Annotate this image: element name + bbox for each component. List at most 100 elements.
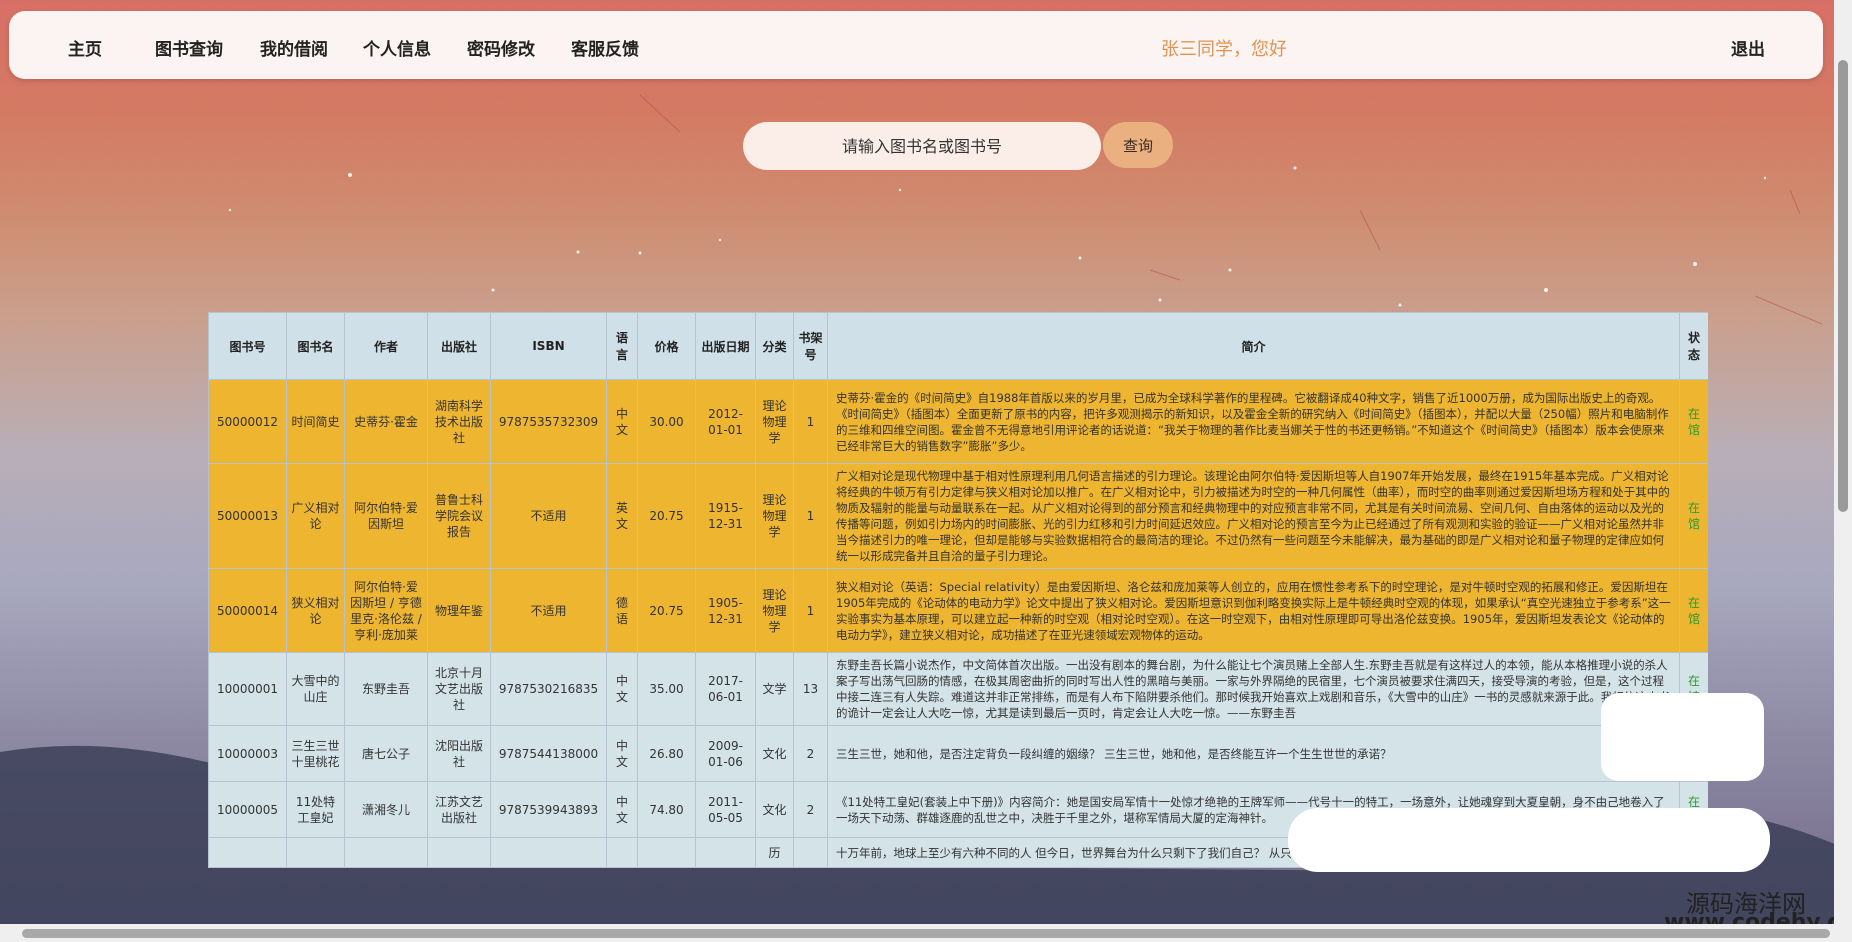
cell-category: 文学 bbox=[755, 652, 794, 726]
logout-link[interactable]: 退出 bbox=[1731, 35, 1765, 60]
table-row[interactable]: 10000001 大雪中的山庄 东野圭吾 北京十月文艺出版社 9787530216835… bbox=[208, 652, 1708, 726]
column-header: 分类 bbox=[755, 312, 794, 380]
cell-publisher: 湖南科学技术出版社 bbox=[427, 379, 491, 464]
cell-intro: 三生三世，她和他，是否注定背负一段纠缠的姻缘？ 三生三世，她和他，是否终能互许一… bbox=[827, 725, 1680, 782]
top-navbar: 主页 图书查询 我的借阅 个人信息 密码修改 客服反馈 张三同学，您好 退出 bbox=[9, 11, 1823, 79]
cell-shelf: 13 bbox=[793, 652, 828, 726]
column-header: 作者 bbox=[344, 312, 428, 380]
column-header: 书架号 bbox=[793, 312, 828, 380]
cell-name: 广义相对论 bbox=[286, 463, 345, 569]
column-header: 语言 bbox=[606, 312, 638, 380]
redaction-overlay bbox=[1601, 693, 1764, 781]
cell-name: 三生三世 十里桃花 bbox=[286, 725, 345, 782]
cell-date: 1905-12-31 bbox=[695, 568, 756, 653]
table-row[interactable]: 50000013 广义相对论 阿尔伯特·爱因斯坦 普鲁士科学院会议报告 不适用 英文 20.… bbox=[208, 463, 1708, 569]
cell-shelf: 1 bbox=[793, 568, 828, 653]
cell-id: 50000013 bbox=[208, 463, 287, 569]
nav-profile[interactable]: 个人信息 bbox=[363, 35, 431, 60]
nav-change-password[interactable]: 密码修改 bbox=[467, 35, 535, 60]
cell-intro: 东野圭吾长篇小说杰作，中文简体首次出版。一出没有剧本的舞台剧，为什么能让七个演员… bbox=[827, 652, 1680, 726]
cell-isbn: 9787544138000 bbox=[490, 725, 607, 782]
cell-status: 在馆 bbox=[1679, 379, 1708, 464]
cell-name: 狭义相对论 bbox=[286, 568, 345, 653]
cell-isbn: 不适用 bbox=[490, 463, 607, 569]
cell-price: 26.80 bbox=[637, 725, 696, 782]
table-row[interactable]: 10000003 三生三世 十里桃花 唐七公子 沈阳出版社 9787544138000 中… bbox=[208, 725, 1708, 782]
cell-status: 在馆 bbox=[1679, 568, 1708, 653]
cell-id: 10000005 bbox=[208, 781, 287, 838]
cell-publisher: 沈阳出版社 bbox=[427, 725, 491, 782]
cell-publisher: 普鲁士科学院会议报告 bbox=[427, 463, 491, 569]
cell-lang: 中文 bbox=[606, 379, 638, 464]
cell-shelf: 2 bbox=[793, 781, 828, 838]
cell-name bbox=[286, 837, 345, 868]
redaction-overlay bbox=[1288, 808, 1770, 872]
column-header: 图书名 bbox=[286, 312, 345, 380]
nav-my-borrowing[interactable]: 我的借阅 bbox=[260, 35, 328, 60]
cell-price: 20.75 bbox=[637, 463, 696, 569]
cell-name: 11处特工皇妃 bbox=[286, 781, 345, 838]
nav-home[interactable]: 主页 bbox=[68, 35, 102, 60]
cell-price: 30.00 bbox=[637, 379, 696, 464]
cell-author bbox=[344, 837, 428, 868]
cell-author: 阿尔伯特·爱因斯坦 / 亨德里克·洛伦兹 / 亨利·庞加莱 bbox=[344, 568, 428, 653]
search-input[interactable] bbox=[743, 122, 1101, 170]
cell-lang: 中文 bbox=[606, 725, 638, 782]
cell-category: 理论物理学 bbox=[755, 379, 794, 464]
cell-id: 10000003 bbox=[208, 725, 287, 782]
cell-name: 时间简史 bbox=[286, 379, 345, 464]
column-header: 出版日期 bbox=[695, 312, 756, 380]
cell-category: 理论物理学 bbox=[755, 463, 794, 569]
cell-category: 文化 bbox=[755, 725, 794, 782]
book-table: 图书号 图书名 作者 出版社 ISBN 语言 价格 出版日期 分类 书架号 简介 状态 5000001… bbox=[208, 312, 1708, 868]
cell-id: 50000014 bbox=[208, 568, 287, 653]
cell-id: 10000001 bbox=[208, 652, 287, 726]
cell-author: 唐七公子 bbox=[344, 725, 428, 782]
search-button[interactable]: 查询 bbox=[1103, 122, 1173, 168]
table-row[interactable]: 50000012 时间简史 史蒂芬·霍金 湖南科学技术出版社 9787535732309… bbox=[208, 379, 1708, 464]
horizontal-scroll-thumb[interactable] bbox=[22, 929, 1830, 938]
cell-author: 东野圭吾 bbox=[344, 652, 428, 726]
cell-status: 在馆 bbox=[1679, 463, 1708, 569]
cell-lang: 中文 bbox=[606, 781, 638, 838]
cell-shelf bbox=[793, 837, 828, 868]
cell-price: 35.00 bbox=[637, 652, 696, 726]
user-greeting: 张三同学，您好 bbox=[1161, 39, 1287, 60]
cell-intro: 狭义相对论（英语：Special relativity）是由爱因斯坦、洛仑兹和庞… bbox=[827, 568, 1680, 653]
column-header: 图书号 bbox=[208, 312, 287, 380]
cell-publisher: 物理年鉴 bbox=[427, 568, 491, 653]
cell-isbn: 9787535732309 bbox=[490, 379, 607, 464]
cell-id bbox=[208, 837, 287, 868]
nav-book-search[interactable]: 图书查询 bbox=[155, 35, 223, 60]
table-row[interactable]: 50000014 狭义相对论 阿尔伯特·爱因斯坦 / 亨德里克·洛伦兹 / 亨利·庞… bbox=[208, 568, 1708, 653]
cell-isbn: 9787539943893 bbox=[490, 781, 607, 838]
cell-publisher: 江苏文艺出版社 bbox=[427, 781, 491, 838]
cell-lang bbox=[606, 837, 638, 868]
cell-date: 2009-01-06 bbox=[695, 725, 756, 782]
horizontal-scrollbar[interactable] bbox=[0, 924, 1852, 942]
cell-publisher: 北京十月文艺出版社 bbox=[427, 652, 491, 726]
cell-lang: 中文 bbox=[606, 652, 638, 726]
cell-category: 理论物理学 bbox=[755, 568, 794, 653]
cell-intro: 史蒂芬·霍金的《时间简史》自1988年首版以来的岁月里，已成为全球科学著作的里程… bbox=[827, 379, 1680, 464]
column-header: 价格 bbox=[637, 312, 696, 380]
cell-publisher bbox=[427, 837, 491, 868]
cell-author: 潇湘冬儿 bbox=[344, 781, 428, 838]
column-header: 简介 bbox=[827, 312, 1680, 380]
cell-name: 大雪中的山庄 bbox=[286, 652, 345, 726]
nav-feedback[interactable]: 客服反馈 bbox=[571, 35, 639, 60]
cell-price: 74.80 bbox=[637, 781, 696, 838]
cell-date bbox=[695, 837, 756, 868]
vertical-scroll-thumb[interactable] bbox=[1838, 60, 1848, 512]
cell-author: 史蒂芬·霍金 bbox=[344, 379, 428, 464]
cell-category: 文化 bbox=[755, 781, 794, 838]
cell-isbn: 不适用 bbox=[490, 568, 607, 653]
vertical-scrollbar[interactable] bbox=[1834, 0, 1852, 924]
cell-category: 历 bbox=[755, 837, 794, 868]
cell-shelf: 2 bbox=[793, 725, 828, 782]
cell-shelf: 1 bbox=[793, 463, 828, 569]
table-header-row: 图书号 图书名 作者 出版社 ISBN 语言 价格 出版日期 分类 书架号 简介 状态 bbox=[208, 312, 1708, 380]
cell-lang: 英文 bbox=[606, 463, 638, 569]
cell-intro: 广义相对论是现代物理中基于相对性原理利用几何语言描述的引力理论。该理论由阿尔伯特… bbox=[827, 463, 1680, 569]
cell-price: 20.75 bbox=[637, 568, 696, 653]
